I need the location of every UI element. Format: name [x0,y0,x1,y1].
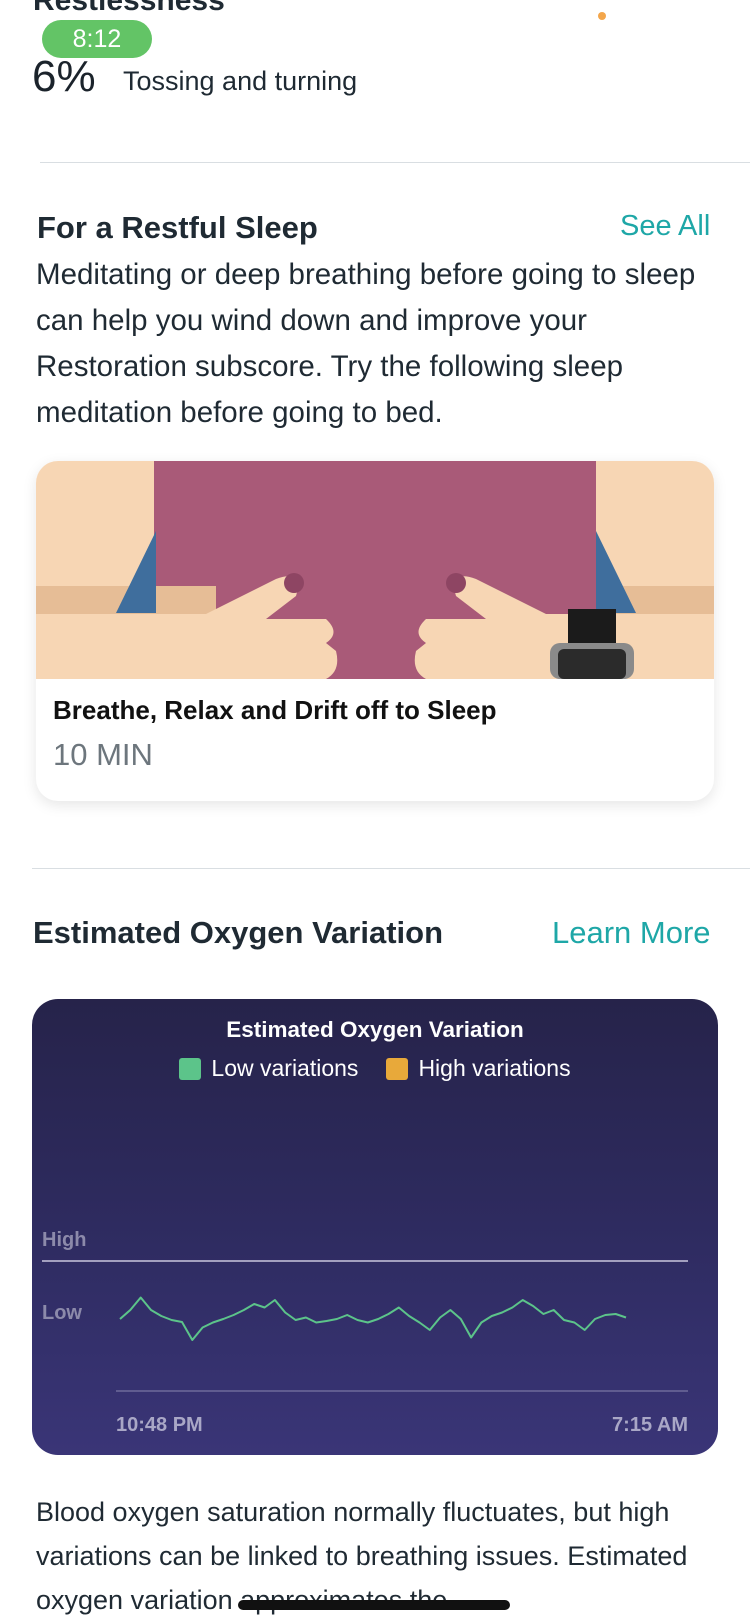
oxygen-chart: Estimated Oxygen Variation Low variation… [32,999,718,1455]
restful-sleep-description: Meditating or deep breathing before goin… [36,258,696,429]
meditation-card-title: Breathe, Relax and Drift off to Sleep [53,695,497,725]
y-label-high: High [42,1229,86,1251]
y-label-low: Low [42,1302,82,1324]
oxygen-plot: High Low 10:48 PM 7:15 AM [42,1229,688,1436]
divider [40,162,750,163]
series-line-low-variations [119,1296,627,1341]
restlessness-title: Restlessness [33,0,225,17]
see-all-link[interactable]: See All [620,210,710,243]
home-indicator [238,1600,510,1610]
x-tick-end: 7:15 AM [612,1414,688,1436]
restful-sleep-title: For a Restful Sleep [37,210,318,245]
meditation-card-duration: 10 MIN [53,737,153,772]
learn-more-link[interactable]: Learn More [552,915,711,951]
restlessness-description: Tossing and turning [123,66,358,96]
oxygen-section-title: Estimated Oxygen Variation [33,915,444,950]
meditation-illustration [36,461,714,679]
divider [32,868,750,869]
meditation-card[interactable]: Breathe, Relax and Drift off to Sleep 10… [36,461,714,801]
restlessness-percent: 6% [32,52,96,101]
restlessness-marker [598,12,606,20]
x-tick-start: 10:48 PM [116,1414,203,1436]
